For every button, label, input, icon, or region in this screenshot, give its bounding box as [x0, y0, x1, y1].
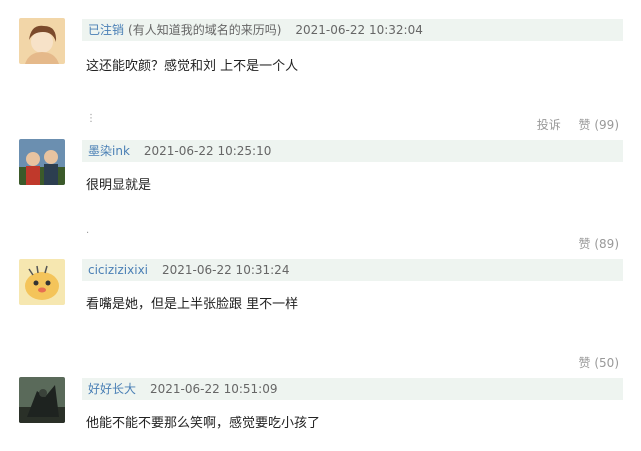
avatar[interactable] — [19, 259, 65, 305]
user-note: (有人知道我的域名的来历吗) — [128, 23, 282, 37]
more-icon[interactable]: ⋮ — [86, 113, 96, 124]
timestamp: 2021-06-22 10:25:10 — [143, 144, 272, 158]
comment-text: 这还能吹颜？感觉和刘 上不是一个人 — [86, 59, 299, 74]
timestamp: 2021-06-22 10:32:04 — [295, 23, 423, 37]
username-link[interactable]: 墨染ink — [88, 144, 130, 158]
comment-actions: 赞 (89) — [565, 235, 619, 252]
username-link[interactable]: cicizizixixi — [88, 263, 148, 277]
username-link[interactable]: 已注销 — [88, 23, 124, 37]
report-button[interactable]: 投诉 — [537, 118, 561, 132]
comment-meta: 好好长大 2021-06-22 10:51:09 — [82, 378, 623, 400]
timestamp: 2021-06-22 10:31:24 — [162, 263, 290, 277]
comment-text: 很明显就是 — [86, 178, 152, 193]
comment-text: 他能不能不要那么笑啊，感觉要吃小孩了 — [86, 416, 321, 431]
comment-actions: 投诉 赞 (99) — [523, 116, 619, 133]
comment-meta: 墨染ink 2021-06-22 10:25:10 — [82, 140, 623, 162]
like-button[interactable]: 赞 (50) — [579, 356, 619, 370]
avatar[interactable] — [19, 18, 65, 64]
timestamp: 2021-06-22 10:51:09 — [150, 382, 278, 396]
comment-text: 看嘴是她，但是上半张脸跟 里不一样 — [86, 297, 299, 312]
like-button[interactable]: 赞 (89) — [579, 237, 619, 251]
comment-actions: 赞 (50) — [565, 354, 619, 371]
username-link[interactable]: 好好长大 — [88, 382, 136, 396]
comment-meta: cicizizixixi 2021-06-22 10:31:24 — [82, 259, 623, 281]
comment-meta: 已注销 (有人知道我的域名的来历吗) 2021-06-22 10:32:04 — [82, 19, 623, 41]
more-icon[interactable]: · — [86, 228, 89, 239]
like-button[interactable]: 赞 (99) — [579, 118, 619, 132]
avatar[interactable] — [19, 139, 65, 185]
avatar[interactable] — [19, 377, 65, 423]
